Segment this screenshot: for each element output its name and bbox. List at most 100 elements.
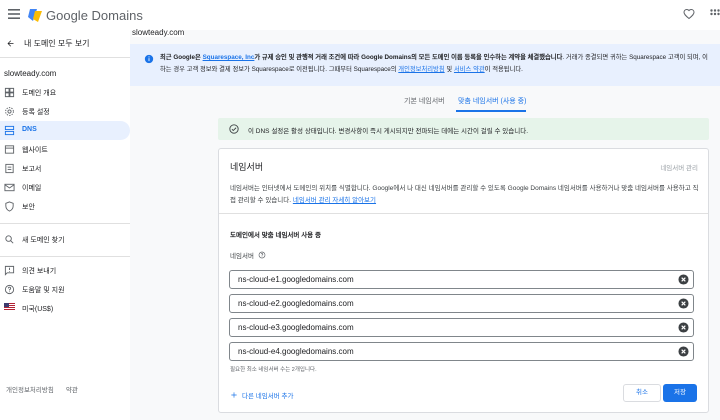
info-text-tail: . 거래가 종결되면 귀하는 Squarespace 고객이 되며, 이: [562, 54, 708, 61]
sidebar-item-reports[interactable]: 보고서: [0, 159, 130, 178]
privacy-policy-inline-link[interactable]: 개인정보처리방침: [398, 66, 444, 73]
card-divider: [219, 213, 708, 214]
favorites-heart-icon[interactable]: [683, 8, 695, 20]
nameserver-field-label: 네임서버: [230, 250, 266, 260]
nameserver-tabs: 기본 네임서버 맞춤 네임서버 (사용 중): [390, 94, 610, 112]
help-circle-icon[interactable]: [258, 251, 266, 259]
sidebar-item-label: 새 도메인 찾기: [22, 237, 65, 244]
nameserver-input[interactable]: ns-cloud-e1.googledomains.com: [229, 270, 694, 289]
shield-icon: [4, 201, 15, 212]
info-line2: 하는 경우 고객 정보와 결제 정보가 Squarespace로 이전됩니다. …: [160, 66, 399, 73]
info-icon: [144, 54, 154, 64]
desc-line1: 네임서버는 인터넷에서 도메인의 위치를 식별합니다. Google에서 나 대…: [230, 185, 699, 192]
sidebar-divider: [0, 256, 130, 257]
dns-status-banner: 이 DNS 설정은 활성 상태입니다. 변경사항이 즉시 게시되지만 전파되는 …: [218, 118, 709, 140]
clear-icon[interactable]: [678, 322, 689, 333]
sidebar-item-overview[interactable]: 도메인 개요: [0, 83, 130, 102]
settings-icon: [4, 106, 15, 117]
cancel-button[interactable]: 취소: [623, 384, 661, 402]
active-tab-indicator: [456, 110, 526, 112]
sidebar-item-label: 도메인 개요: [22, 90, 57, 97]
back-link-label: 내 도메인 모두 보기: [24, 39, 90, 48]
sidebar-item-label: 도움말 및 지원: [22, 287, 65, 294]
tab-custom-nameservers[interactable]: 맞춤 네임서버 (사용 중): [458, 96, 526, 106]
check-circle-icon: [229, 124, 239, 134]
sidebar-divider: [0, 223, 130, 224]
menu-icon[interactable]: [8, 9, 20, 19]
sidebar-item-find-domain[interactable]: 새 도메인 찾기: [0, 230, 130, 249]
clear-icon[interactable]: [678, 274, 689, 285]
feedback-icon: [4, 265, 15, 276]
sidebar-item-label: 미국(US$): [22, 306, 54, 313]
search-icon: [4, 234, 15, 245]
sidebar-item-label: 의견 보내기: [22, 268, 57, 275]
footer-links: 개인정보처리방침 약관: [6, 384, 78, 394]
terms-link[interactable]: 약관: [66, 384, 78, 394]
home-icon: [4, 87, 15, 98]
sidebar-item-currency[interactable]: 미국(US$): [0, 299, 130, 318]
learn-more-link[interactable]: 네임서버 관리 자세히 알아보기: [293, 197, 376, 204]
add-nameserver-label: 다른 네임서버 추가: [242, 393, 294, 400]
website-icon: [4, 144, 15, 155]
nameserver-value[interactable]: ns-cloud-e2.googledomains.com: [238, 299, 354, 308]
sidebar-item-label: 보안: [22, 204, 35, 211]
minimum-nameservers-note: 필요한 최소 네임서버 수는 2개입니다.: [230, 367, 317, 373]
arrow-back-icon: [7, 40, 14, 47]
info-mid: 및: [444, 66, 454, 73]
sidebar-item-label: 이메일: [22, 185, 42, 192]
nameserver-value[interactable]: ns-cloud-e3.googledomains.com: [238, 323, 354, 332]
privacy-policy-link[interactable]: 개인정보처리방침: [6, 384, 54, 394]
clear-icon[interactable]: [678, 346, 689, 357]
sidebar-divider: [0, 57, 130, 58]
sidebar-item-dns[interactable]: DNS: [0, 121, 130, 140]
desc-line2: 접 관리할 수 있습니다.: [230, 197, 293, 204]
nameservers-card: 네임서버 네임서버 관리 네임서버는 인터넷에서 도메인의 위치를 식별합니다.…: [218, 148, 709, 413]
apps-grid-icon[interactable]: [710, 9, 720, 19]
nameserver-input[interactable]: ns-cloud-e4.googledomains.com: [229, 342, 694, 361]
sidebar-domain-name: slowteady.com: [4, 69, 57, 78]
sidebar-item-label: 보고서: [22, 166, 42, 173]
sidebar-item-website[interactable]: 웹사이트: [0, 140, 130, 159]
nameserver-input[interactable]: ns-cloud-e2.googledomains.com: [229, 294, 694, 313]
info-banner-text: 최근 Google은 Squarespace, Inc가 규제 승인 및 관행적…: [160, 52, 716, 76]
squarespace-link[interactable]: Squarespace, Inc: [203, 54, 255, 61]
sidebar-item-registration[interactable]: 등록 설정: [0, 102, 130, 121]
clear-icon[interactable]: [678, 298, 689, 309]
nameserver-label-text: 네임서버: [230, 253, 254, 260]
acquisition-info-banner: 최근 Google은 Squarespace, Inc가 규제 승인 및 관행적…: [130, 44, 720, 86]
info-end: 이 적용됩니다.: [484, 66, 523, 73]
us-flag-icon: [4, 303, 15, 311]
nameserver-value[interactable]: ns-cloud-e4.googledomains.com: [238, 347, 354, 356]
sidebar-item-label: 등록 설정: [22, 109, 50, 116]
nameserver-input[interactable]: ns-cloud-e3.googledomains.com: [229, 318, 694, 337]
help-icon: [4, 284, 15, 295]
card-title: 네임서버: [230, 162, 264, 172]
manage-nameservers-label: 네임서버 관리: [660, 165, 698, 172]
reports-icon: [4, 163, 15, 174]
custom-nameserver-label: 도메인에서 맞춤 네임서버 사용 중: [230, 232, 321, 239]
top-bar: Google Domains: [0, 0, 720, 30]
dns-icon: [4, 125, 15, 136]
email-icon: [4, 182, 15, 193]
dns-status-text: 이 DNS 설정은 활성 상태입니다. 변경사항이 즉시 게시되지만 전파되는 …: [248, 128, 529, 135]
nameserver-value[interactable]: ns-cloud-e1.googledomains.com: [238, 275, 354, 284]
plus-icon: [231, 392, 237, 398]
tab-default-nameservers[interactable]: 기본 네임서버: [404, 96, 445, 106]
info-bold-text: 가 규제 승인 및 관행적 거래 조건에 따라 Google Domains의 …: [254, 54, 563, 61]
sidebar: 내 도메인 모두 보기 slowteady.com 도메인 개요 등록 설정 D…: [0, 30, 130, 420]
info-prefix: 최근 Google은: [160, 54, 203, 61]
sidebar-item-feedback[interactable]: 의견 보내기: [0, 261, 130, 280]
sidebar-item-label: DNS: [22, 126, 37, 133]
sidebar-item-email[interactable]: 이메일: [0, 178, 130, 197]
save-button[interactable]: 저장: [663, 384, 697, 402]
sidebar-item-label: 웹사이트: [22, 147, 48, 154]
add-nameserver-button[interactable]: 다른 네임서버 추가: [230, 390, 293, 400]
back-to-domains-link[interactable]: 내 도메인 모두 보기: [6, 38, 90, 49]
sidebar-item-help[interactable]: 도움말 및 지원: [0, 280, 130, 299]
sidebar-item-security[interactable]: 보안: [0, 197, 130, 216]
terms-inline-link[interactable]: 서비스 약관: [454, 66, 485, 73]
google-domains-logo-icon: [27, 7, 43, 23]
app-title[interactable]: Google Domains: [46, 8, 143, 23]
nameserver-description: 네임서버는 인터넷에서 도메인의 위치를 식별합니다. Google에서 나 대…: [230, 183, 705, 207]
page-domain-header: slowteady.com: [132, 28, 185, 37]
